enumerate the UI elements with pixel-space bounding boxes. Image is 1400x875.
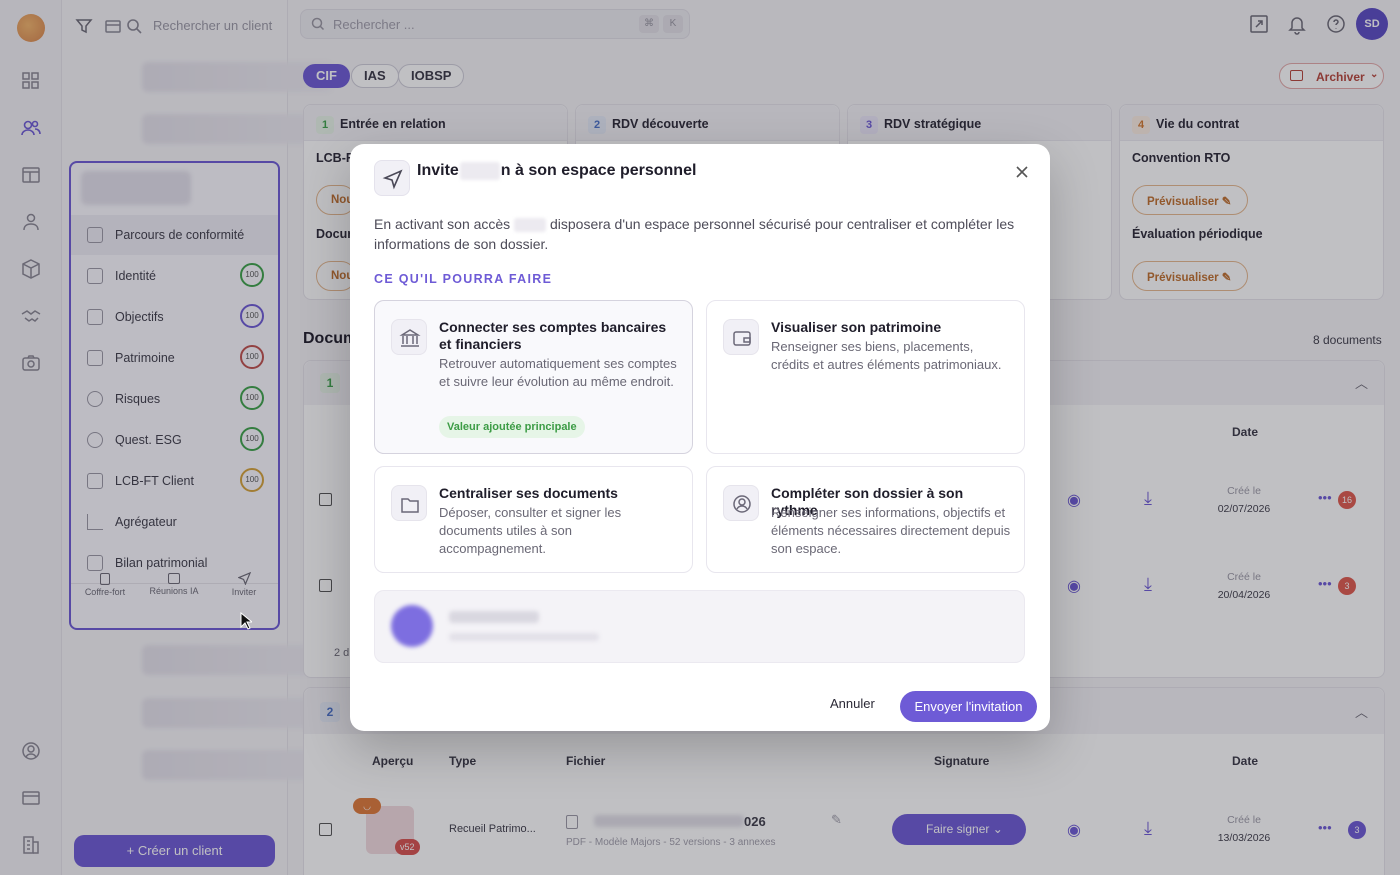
modal-title: Invite n à son espace personnel	[417, 162, 697, 180]
invite-modal: Invite n à son espace personnel En activa…	[350, 144, 1050, 731]
feature-card-dossier[interactable]: Compléter son dossier à son rythme Rense…	[706, 466, 1025, 573]
folder-icon	[391, 485, 427, 521]
main-value-badge: Valeur ajoutée principale	[439, 416, 585, 438]
client-preview	[374, 590, 1025, 663]
avatar	[391, 605, 433, 647]
mouse-cursor-icon	[240, 612, 252, 630]
blurred-client-name	[514, 218, 547, 233]
modal-description: En activant son accès disposera d'un esp…	[374, 216, 1015, 252]
send-icon	[374, 160, 410, 196]
send-invitation-button[interactable]: Envoyer l'invitation	[900, 691, 1037, 722]
user-circle-icon	[723, 485, 759, 521]
close-icon[interactable]	[1012, 162, 1032, 182]
feature-card-patrimoine[interactable]: Visualiser son patrimoine Renseigner ses…	[706, 300, 1025, 454]
cancel-button[interactable]: Annuler	[830, 696, 875, 711]
blurred-client-name	[459, 162, 500, 180]
section-title: CE QU'IL POURRA FAIRE	[374, 272, 553, 286]
bank-icon	[391, 319, 427, 355]
blurred-client-name	[449, 611, 539, 623]
feature-card-bank[interactable]: Connecter ses comptes bancaires et finan…	[374, 300, 693, 454]
wallet-icon	[723, 319, 759, 355]
blurred-client-email	[449, 633, 599, 641]
feature-card-documents[interactable]: Centraliser ses documents Déposer, consu…	[374, 466, 693, 573]
